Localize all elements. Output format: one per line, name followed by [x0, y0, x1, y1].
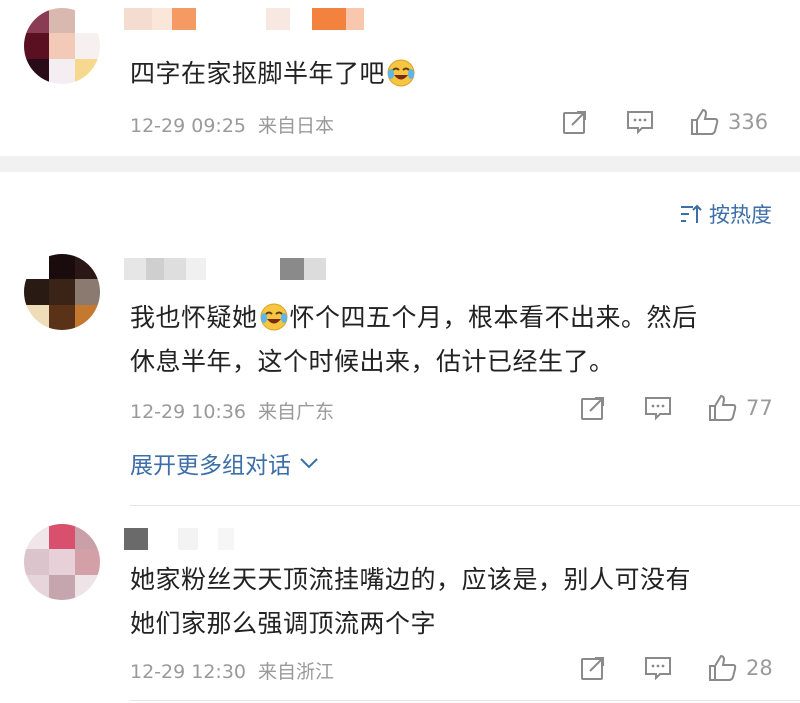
like-count: 28: [746, 656, 773, 680]
comment-divider: [130, 700, 800, 701]
comment-button[interactable]: [626, 109, 654, 135]
comment-button[interactable]: [644, 395, 672, 421]
expand-more-replies-link[interactable]: 展开更多组对话: [130, 446, 319, 480]
share-button[interactable]: [580, 655, 606, 681]
username-blurred[interactable]: [124, 528, 234, 550]
comment-text: 四字在家抠脚半年了吧: [130, 52, 417, 96]
comment-time: 12-29 10:36: [130, 401, 247, 423]
comment-text: 我也怀疑她 怀个四五个月，根本看不出来。然后 休息半年，这个时候出来，估计已经生…: [130, 301, 698, 376]
like-button[interactable]: 77: [708, 394, 773, 422]
comment-meta: 12-29 12:30 来自浙江: [130, 657, 346, 684]
avatar[interactable]: [24, 8, 100, 84]
like-count: 336: [728, 110, 769, 134]
comment-location: 来自浙江: [258, 661, 335, 683]
comment-icon: [645, 397, 671, 421]
comment-text: 她家粉丝天天顶流挂嘴边的，应该是，别人可没有 她们家那么强调顶流两个字: [130, 565, 692, 638]
comment-button[interactable]: [644, 655, 672, 681]
comment-location: 来自广东: [258, 401, 335, 423]
comment-time: 12-29 12:30: [130, 661, 247, 683]
expand-label: 展开更多组对话: [130, 453, 291, 479]
comment-location: 来自日本: [258, 115, 335, 137]
sort-label: 按热度: [709, 203, 772, 227]
like-icon: [709, 654, 737, 681]
share-button[interactable]: [580, 395, 606, 421]
comment-icon: [627, 111, 653, 135]
share-icon: [581, 657, 604, 680]
comment-meta: 12-29 10:36 来自广东: [130, 397, 346, 424]
share-icon: [563, 111, 586, 134]
like-button[interactable]: 28: [708, 654, 773, 682]
avatar[interactable]: [24, 254, 100, 330]
comment-time: 12-29 09:25: [130, 115, 247, 137]
like-count: 77: [746, 396, 773, 420]
share-button[interactable]: [562, 109, 588, 135]
like-icon: [691, 108, 719, 135]
section-divider: [0, 156, 800, 172]
comment-divider: [130, 505, 800, 506]
like-icon: [709, 394, 737, 421]
like-button[interactable]: 336: [690, 108, 768, 136]
comment-meta: 12-29 09:25 来自日本: [130, 111, 346, 138]
sort-by-heat-button[interactable]: 按热度: [679, 199, 772, 229]
laughing-tears-emoji-icon: [260, 301, 288, 331]
avatar[interactable]: [24, 524, 100, 600]
laughing-tears-emoji-icon: [387, 57, 415, 87]
chevron-down-icon: [300, 458, 318, 469]
comment-icon: [645, 657, 671, 681]
sort-icon: [681, 204, 702, 223]
username-blurred[interactable]: [124, 258, 326, 280]
username-blurred[interactable]: [124, 8, 364, 30]
share-icon: [581, 397, 604, 420]
